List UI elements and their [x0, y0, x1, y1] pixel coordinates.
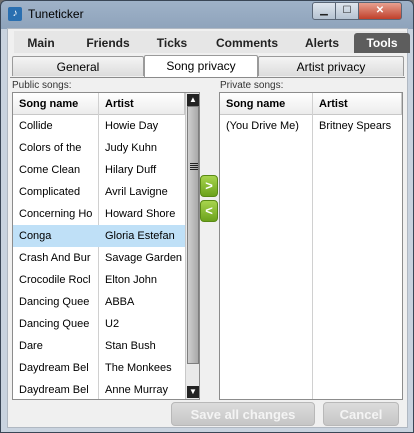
table-row[interactable]: Crocodile Rocl Elton John [13, 269, 185, 291]
subtab-song-privacy[interactable]: Song privacy [144, 55, 258, 77]
private-songs-list[interactable]: Song name Artist (You Drive Me) Britney S… [219, 92, 403, 400]
song-name-cell: Daydream Bel [19, 384, 89, 396]
app-logo-icon: ♪ [8, 7, 22, 21]
song-name-cell: Dancing Quee [19, 296, 90, 308]
table-row[interactable]: (You Drive Me) Britney Spears [220, 115, 402, 137]
move-to-public-button[interactable]: < [200, 200, 218, 222]
subtab-general[interactable]: General [12, 56, 144, 76]
song-name-cell: Crocodile Rocl [19, 274, 91, 286]
cancel-button[interactable]: Cancel [323, 402, 399, 426]
maximize-button[interactable]: ☐ [335, 2, 359, 20]
song-name-cell: Complicated [19, 186, 81, 198]
artist-cell: Savage Garden [105, 252, 183, 264]
artist-cell: Howard Shore [105, 208, 176, 220]
main-tab-bar: Main Friends Ticks Comments Alerts Tools [14, 31, 410, 53]
song-name-cell: Conga [19, 230, 52, 242]
artist-cell: Hilary Duff [105, 164, 157, 176]
scrollbar-thumb[interactable] [187, 106, 199, 364]
song-name-cell: (You Drive Me) [226, 120, 299, 132]
table-row[interactable]: Dare Stan Bush [13, 335, 185, 357]
artist-cell: U2 [105, 318, 120, 330]
save-all-changes-button[interactable]: Save all changes [171, 402, 315, 426]
public-col-song-header[interactable]: Song name [13, 93, 99, 115]
app-window: ♪ Tuneticker ▁ ☐ ✕ Main Friends Ticks Co… [0, 0, 414, 433]
tab-comments[interactable]: Comments [210, 33, 284, 53]
song-name-cell: Daydream Bel [19, 362, 89, 374]
tab-main[interactable]: Main [20, 33, 62, 53]
artist-cell: Elton John [105, 274, 157, 286]
move-to-private-button[interactable]: > [200, 175, 218, 197]
public-scrollbar[interactable]: ▲ ▼ [185, 93, 199, 399]
artist-cell: Gloria Estefan [105, 230, 175, 242]
song-name-cell: Collide [19, 120, 53, 132]
table-row[interactable]: Come Clean Hilary Duff [13, 159, 185, 181]
table-row[interactable]: Complicated Avril Lavigne [13, 181, 185, 203]
private-col-song-header[interactable]: Song name [220, 93, 313, 115]
client-area: Main Friends Ticks Comments Alerts Tools… [7, 28, 410, 428]
table-row[interactable]: Crash And Bur Savage Garden [13, 247, 185, 269]
subtab-artist-privacy[interactable]: Artist privacy [258, 56, 404, 76]
title-bar[interactable]: ♪ Tuneticker ▁ ☐ ✕ [1, 1, 413, 27]
public-col-artist-header[interactable]: Artist [99, 93, 185, 115]
table-row[interactable]: Daydream Bel Anne Murray [13, 379, 185, 399]
song-name-cell: Concerning Ho [19, 208, 93, 220]
artist-cell: ABBA [105, 296, 135, 308]
tab-alerts[interactable]: Alerts [296, 33, 348, 53]
artist-cell: Judy Kuhn [105, 142, 157, 154]
table-row[interactable]: Conga Gloria Estefan [13, 225, 185, 247]
tab-friends[interactable]: Friends [78, 33, 138, 53]
tab-tools[interactable]: Tools [354, 33, 410, 53]
table-row[interactable]: Daydream Bel The Monkees [13, 357, 185, 379]
table-row[interactable]: Collide Howie Day [13, 115, 185, 137]
artist-cell: Anne Murray [105, 384, 168, 396]
close-button[interactable]: ✕ [358, 2, 402, 20]
artist-cell: Avril Lavigne [105, 186, 168, 198]
table-row[interactable]: Dancing Quee ABBA [13, 291, 185, 313]
artist-cell: Stan Bush [105, 340, 156, 352]
public-songs-label: Public songs: [12, 80, 72, 91]
artist-cell: Britney Spears [319, 120, 392, 132]
window-title: Tuneticker [28, 7, 84, 21]
song-name-cell: Come Clean [19, 164, 81, 176]
scroll-down-icon[interactable]: ▼ [187, 386, 199, 398]
table-row[interactable]: Concerning Ho Howard Shore [13, 203, 185, 225]
artist-cell: Howie Day [105, 120, 159, 132]
grip-icon [190, 163, 198, 170]
minimize-button[interactable]: ▁ [312, 2, 336, 20]
public-songs-list[interactable]: Song name Artist Collide Howie Day Colors … [12, 92, 200, 400]
column-divider [312, 93, 313, 399]
private-songs-label: Private songs: [220, 80, 284, 91]
tab-ticks[interactable]: Ticks [148, 33, 196, 53]
private-col-artist-header[interactable]: Artist [313, 93, 402, 115]
sub-tab-bar: General Song privacy Artist privacy [10, 55, 405, 78]
table-row[interactable]: Dancing Quee U2 [13, 313, 185, 335]
scroll-up-icon[interactable]: ▲ [187, 94, 199, 106]
song-name-cell: Dancing Quee [19, 318, 90, 330]
table-row[interactable]: Colors of the Judy Kuhn [13, 137, 185, 159]
artist-cell: The Monkees [105, 362, 172, 374]
song-name-cell: Crash And Bur [19, 252, 91, 264]
song-name-cell: Dare [19, 340, 43, 352]
song-name-cell: Colors of the [19, 142, 82, 154]
